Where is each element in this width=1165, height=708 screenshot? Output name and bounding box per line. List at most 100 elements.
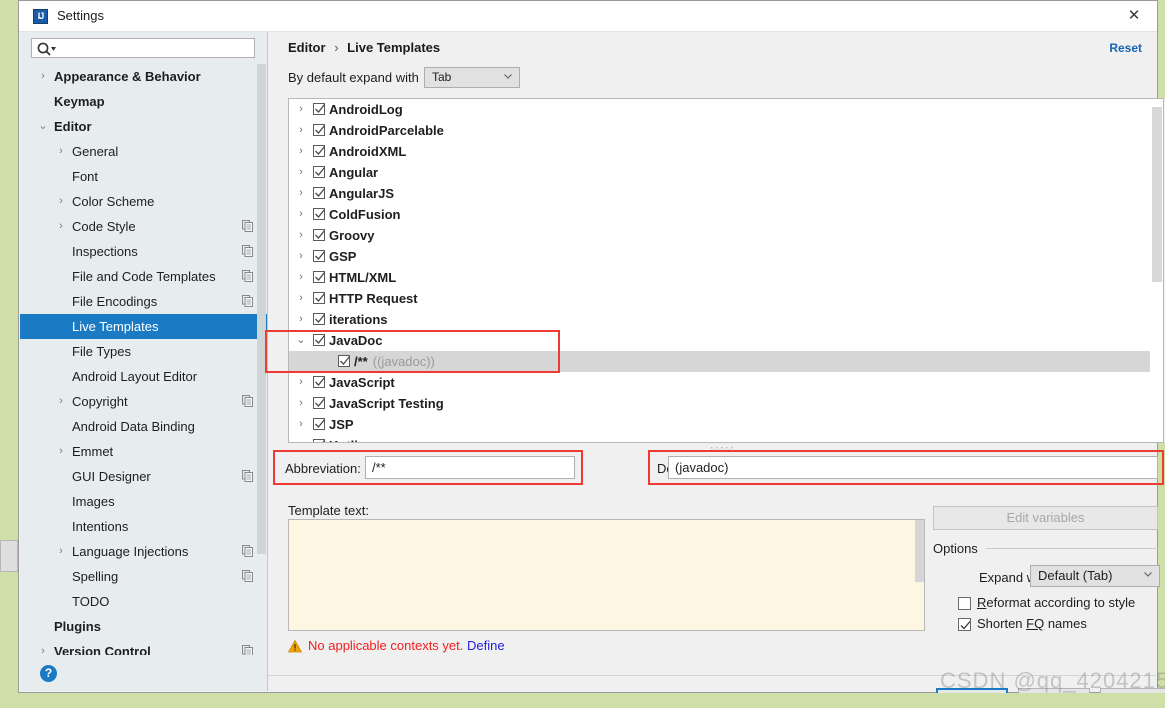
chevron-right-icon[interactable]: › bbox=[54, 439, 68, 464]
template-checkbox[interactable] bbox=[313, 334, 326, 346]
template-group-row[interactable]: › JavaScript Testing bbox=[289, 393, 1163, 414]
chevron-right-icon[interactable]: › bbox=[295, 414, 307, 435]
edit-variables-button[interactable]: Edit variables bbox=[933, 506, 1158, 530]
template-checkbox[interactable] bbox=[313, 208, 326, 220]
sidebar-item-version-control[interactable]: › Version Control bbox=[20, 639, 267, 655]
template-text-scrollbar[interactable] bbox=[915, 520, 924, 582]
templates-list-scrollbar[interactable] bbox=[1150, 99, 1163, 442]
template-group-row[interactable]: ⌄ JavaDoc bbox=[289, 330, 1163, 351]
sidebar-item-general[interactable]: › General bbox=[20, 139, 267, 164]
scrollbar-thumb[interactable] bbox=[1152, 107, 1162, 282]
search-input[interactable] bbox=[58, 40, 252, 58]
chevron-right-icon[interactable]: › bbox=[295, 141, 307, 162]
template-group-row[interactable]: › iterations bbox=[289, 309, 1163, 330]
chevron-down-icon[interactable]: ⌄ bbox=[295, 330, 307, 351]
template-checkbox[interactable] bbox=[313, 229, 326, 241]
template-group-row[interactable]: › JavaScript bbox=[289, 372, 1163, 393]
define-link[interactable]: Define bbox=[467, 638, 505, 653]
chevron-down-icon[interactable]: ⌄ bbox=[36, 114, 50, 139]
template-checkbox[interactable] bbox=[313, 250, 326, 262]
chevron-right-icon[interactable]: › bbox=[54, 214, 68, 239]
chevron-right-icon[interactable]: › bbox=[295, 99, 307, 120]
help-icon[interactable]: ? bbox=[40, 665, 57, 682]
copy-settings-icon[interactable] bbox=[242, 220, 253, 232]
sidebar-item-gui-designer[interactable]: GUI Designer bbox=[20, 464, 267, 489]
chevron-right-icon[interactable]: › bbox=[295, 183, 307, 204]
abbreviation-input[interactable] bbox=[365, 456, 575, 479]
template-checkbox[interactable] bbox=[313, 418, 326, 430]
template-group-row[interactable]: › Groovy bbox=[289, 225, 1163, 246]
copy-settings-icon[interactable] bbox=[242, 295, 253, 307]
template-group-row[interactable]: › AndroidXML bbox=[289, 141, 1163, 162]
sidebar-scrollbar[interactable] bbox=[257, 64, 266, 554]
chevron-right-icon[interactable]: › bbox=[295, 204, 307, 225]
chevron-right-icon[interactable]: › bbox=[295, 435, 307, 442]
sidebar-item-file-and-code-templates[interactable]: File and Code Templates bbox=[20, 264, 267, 289]
sidebar-item-appearance-behavior[interactable]: › Appearance & Behavior bbox=[20, 64, 267, 89]
sidebar-item-live-templates[interactable]: Live Templates bbox=[20, 314, 267, 339]
template-checkbox[interactable] bbox=[313, 124, 326, 136]
chevron-right-icon[interactable]: › bbox=[295, 225, 307, 246]
chevron-right-icon[interactable]: › bbox=[36, 64, 50, 89]
reformat-checkbox[interactable] bbox=[958, 597, 971, 610]
sidebar-item-color-scheme[interactable]: › Color Scheme bbox=[20, 189, 267, 214]
chevron-right-icon[interactable]: › bbox=[295, 267, 307, 288]
copy-settings-icon[interactable] bbox=[242, 545, 253, 557]
sidebar-item-copyright[interactable]: › Copyright bbox=[20, 389, 267, 414]
template-group-row[interactable]: › AndroidLog bbox=[289, 99, 1163, 120]
sidebar-item-spelling[interactable]: Spelling bbox=[20, 564, 267, 589]
chevron-right-icon[interactable]: › bbox=[295, 246, 307, 267]
chevron-right-icon[interactable]: › bbox=[54, 139, 68, 164]
template-checkbox[interactable] bbox=[313, 271, 326, 283]
chevron-right-icon[interactable]: › bbox=[295, 393, 307, 414]
sidebar-item-emmet[interactable]: › Emmet bbox=[20, 439, 267, 464]
copy-settings-icon[interactable] bbox=[242, 395, 253, 407]
copy-settings-icon[interactable] bbox=[242, 270, 253, 282]
chevron-right-icon[interactable]: › bbox=[295, 372, 307, 393]
template-checkbox[interactable] bbox=[313, 439, 326, 442]
default-expand-select[interactable]: Tab bbox=[424, 67, 520, 88]
sidebar-item-editor[interactable]: ⌄ Editor bbox=[20, 114, 267, 139]
template-checkbox[interactable] bbox=[313, 145, 326, 157]
template-checkbox[interactable] bbox=[338, 355, 351, 367]
template-checkbox[interactable] bbox=[313, 187, 326, 199]
sidebar-item-language-injections[interactable]: › Language Injections bbox=[20, 539, 267, 564]
sidebar-item-font[interactable]: Font bbox=[20, 164, 267, 189]
template-row[interactable]: /** ((javadoc)) bbox=[289, 351, 1163, 372]
copy-settings-icon[interactable] bbox=[242, 645, 253, 655]
template-checkbox[interactable] bbox=[313, 313, 326, 325]
template-checkbox[interactable] bbox=[313, 292, 326, 304]
sidebar-item-inspections[interactable]: Inspections bbox=[20, 239, 267, 264]
sidebar-item-android-data-binding[interactable]: Android Data Binding bbox=[20, 414, 267, 439]
reset-link[interactable]: Reset bbox=[1109, 41, 1142, 55]
sidebar-item-intentions[interactable]: Intentions bbox=[20, 514, 267, 539]
template-checkbox[interactable] bbox=[313, 397, 326, 409]
chevron-right-icon[interactable]: › bbox=[295, 162, 307, 183]
sidebar-item-file-types[interactable]: File Types bbox=[20, 339, 267, 364]
template-text-editor[interactable] bbox=[288, 519, 925, 631]
sidebar-item-code-style[interactable]: › Code Style bbox=[20, 214, 267, 239]
copy-settings-icon[interactable] bbox=[242, 245, 253, 257]
template-group-row[interactable]: › Angular bbox=[289, 162, 1163, 183]
sidebar-item-keymap[interactable]: Keymap bbox=[20, 89, 267, 114]
template-checkbox[interactable] bbox=[313, 376, 326, 388]
template-group-row[interactable]: › JSP bbox=[289, 414, 1163, 435]
template-group-row[interactable]: › GSP bbox=[289, 246, 1163, 267]
sidebar-item-images[interactable]: Images bbox=[20, 489, 267, 514]
template-group-row[interactable]: › ColdFusion bbox=[289, 204, 1163, 225]
templates-list[interactable]: › AndroidLog › AndroidParcelable › AndroidXML… bbox=[288, 98, 1164, 443]
chevron-right-icon[interactable]: › bbox=[295, 288, 307, 309]
template-group-row[interactable]: › AndroidParcelable bbox=[289, 120, 1163, 141]
sidebar-item-plugins[interactable]: Plugins bbox=[20, 614, 267, 639]
sidebar-item-android-layout-editor[interactable]: Android Layout Editor bbox=[20, 364, 267, 389]
template-group-row[interactable]: › HTTP Request bbox=[289, 288, 1163, 309]
template-checkbox[interactable] bbox=[313, 166, 326, 178]
copy-settings-icon[interactable] bbox=[242, 470, 253, 482]
search-box[interactable] bbox=[31, 38, 255, 58]
sidebar-item-file-encodings[interactable]: File Encodings bbox=[20, 289, 267, 314]
copy-settings-icon[interactable] bbox=[242, 570, 253, 582]
template-group-row[interactable]: › AngularJS bbox=[289, 183, 1163, 204]
chevron-right-icon[interactable]: › bbox=[54, 389, 68, 414]
chevron-right-icon[interactable]: › bbox=[295, 120, 307, 141]
chevron-right-icon[interactable]: › bbox=[54, 539, 68, 564]
